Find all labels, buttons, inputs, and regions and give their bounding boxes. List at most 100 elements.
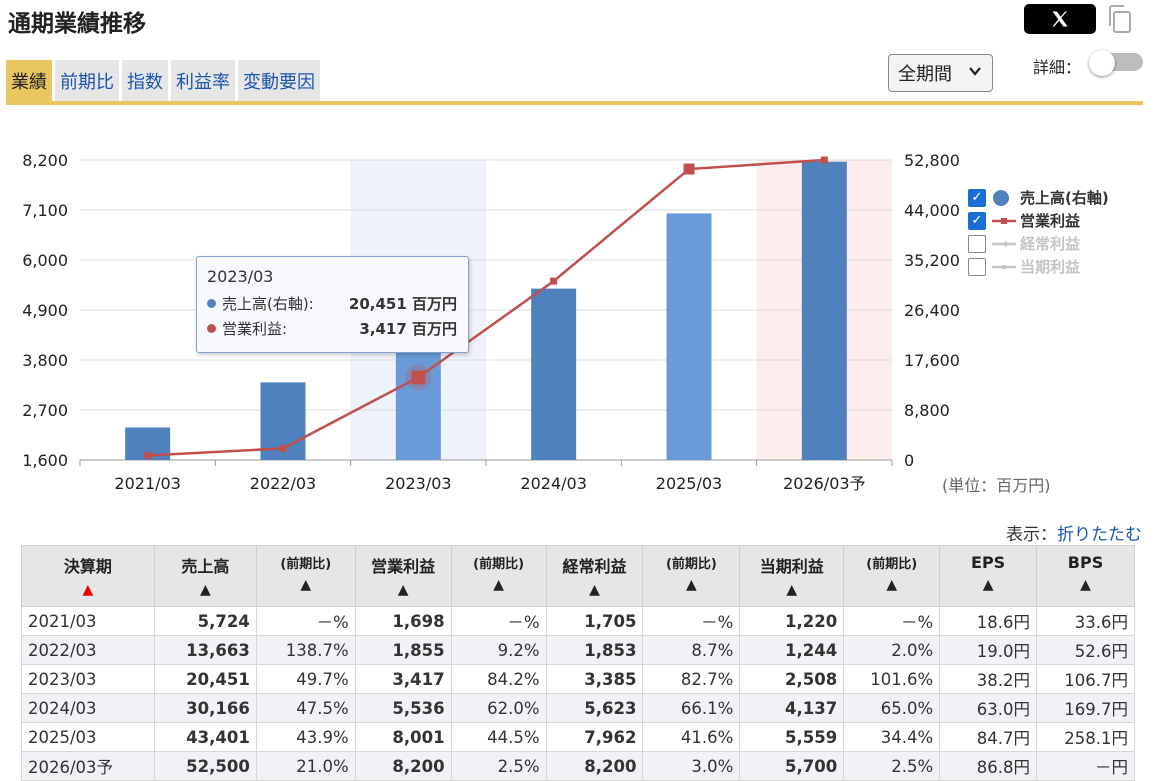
- value-cell: 62.0%: [450, 693, 547, 723]
- column-header-label: (前期比): [473, 557, 525, 572]
- column-header[interactable]: 経常利益 ▲: [545, 545, 644, 607]
- y-left-tick-label: 4,900: [22, 301, 68, 320]
- period-select-value: 全期間: [898, 64, 952, 85]
- table-row: 2021/03 5,724 －% 1,698 －% 1,705 －% 1,220 －% 18.6円…: [21, 606, 1135, 636]
- sort-arrow-icon[interactable]: ▲: [940, 577, 1036, 593]
- value-cell: 3,385: [545, 664, 644, 694]
- value-cell: 7,962: [545, 722, 644, 752]
- legend-label: 売上高(右軸): [1020, 189, 1109, 207]
- tab-factors[interactable]: 変動要因: [238, 60, 320, 102]
- value-cell: 84.2%: [450, 664, 547, 694]
- chart-legend: ✓ 売上高(右軸) ✓ 営業利益 経常利益 当期利益: [968, 186, 1109, 278]
- share-x-button[interactable]: [1024, 4, 1096, 34]
- point-operating-profit: [411, 370, 426, 385]
- legend-item-sales[interactable]: ✓ 売上高(右軸): [968, 186, 1109, 209]
- column-header[interactable]: 決算期 ▲: [21, 545, 155, 607]
- table-display-toggle: 表示：折りたたむ: [1006, 520, 1142, 545]
- bar-sales: [395, 343, 441, 460]
- tab-index[interactable]: 指数: [122, 60, 168, 102]
- legend-checkbox-operating[interactable]: ✓: [968, 211, 986, 230]
- copy-button[interactable]: [1106, 4, 1134, 34]
- chevron-down-icon: [968, 64, 982, 82]
- line-marker-icon: [992, 212, 1016, 230]
- column-header[interactable]: (前期比) ▲: [255, 545, 356, 607]
- value-cell: 1,853: [545, 635, 644, 665]
- y-right-tick-label: 52,800: [904, 151, 960, 170]
- tab-yoy[interactable]: 前期比: [55, 60, 119, 102]
- value-cell: 106.7円: [1036, 664, 1135, 694]
- y-left-tick-label: 6,000: [22, 251, 68, 270]
- column-header-label: 当期利益: [759, 557, 824, 576]
- column-header[interactable]: 営業利益 ▲: [354, 545, 452, 607]
- value-cell: 169.7円: [1036, 693, 1135, 723]
- column-header[interactable]: BPS ▲: [1036, 545, 1135, 607]
- value-cell: 13,663: [153, 635, 257, 665]
- tooltip-value: 20,451 百万円: [348, 295, 457, 313]
- table-header-row: 決算期 ▲ 売上高 ▲ (前期比) ▲ 営業利益 ▲ (前期比) ▲ 経常利益 ▲ (前期比) ▲ 当期利益…: [21, 545, 1135, 607]
- legend-checkbox-net[interactable]: [968, 257, 986, 276]
- value-cell: 2,508: [739, 664, 845, 694]
- sort-arrow-icon[interactable]: ▲: [155, 582, 256, 598]
- value-cell: 38.2円: [939, 664, 1038, 694]
- value-cell: 44.5%: [450, 722, 547, 752]
- value-cell: 8.7%: [642, 635, 741, 665]
- value-cell: 86.8円: [939, 751, 1038, 781]
- tooltip-title: 2023/03: [207, 267, 274, 286]
- period-cell: 2026/03予: [21, 751, 155, 781]
- value-cell: 1,220: [739, 606, 845, 636]
- sort-arrow-icon[interactable]: ▲: [547, 582, 643, 598]
- legend-label: 経常利益: [1020, 235, 1081, 253]
- sort-arrow-icon[interactable]: ▲: [452, 577, 546, 593]
- results-chart: 1,600 2,700 3,800 4,900 6,000 7,100 8,200 0 8,80…: [22, 151, 960, 493]
- column-header[interactable]: (前期比) ▲: [843, 545, 941, 607]
- column-header-label: (前期比): [665, 557, 717, 572]
- table-row: 2022/03 13,663 138.7% 1,855 9.2% 1,853 8.7% 1,2…: [21, 635, 1135, 665]
- value-cell: －%: [255, 606, 356, 636]
- y-right-tick-label: 8,800: [904, 401, 950, 420]
- tab-results[interactable]: 業績: [6, 60, 52, 102]
- sort-arrow-icon[interactable]: ▲: [356, 582, 451, 598]
- legend-checkbox-ordinary[interactable]: [968, 234, 986, 253]
- legend-item-net[interactable]: 当期利益: [968, 255, 1109, 278]
- period-cell: 2025/03: [21, 722, 155, 752]
- point-operating-profit: [279, 444, 287, 452]
- bar-sales: [801, 161, 847, 461]
- column-header-label: (前期比): [866, 557, 918, 572]
- value-cell: 5,700: [739, 751, 845, 781]
- sort-arrow-icon[interactable]: ▲: [257, 577, 355, 593]
- column-header[interactable]: 当期利益 ▲: [739, 545, 845, 607]
- sort-arrow-icon[interactable]: ▲: [643, 577, 739, 593]
- y-right-tick-label: 44,000: [904, 201, 960, 220]
- detail-toggle[interactable]: [1089, 50, 1143, 76]
- column-header[interactable]: 売上高 ▲: [153, 545, 257, 607]
- x-tick-label: 2024/03: [520, 474, 586, 493]
- collapse-link[interactable]: 折りたたむ: [1057, 525, 1142, 545]
- sort-arrow-icon[interactable]: ▲: [740, 582, 843, 598]
- value-cell: 8,200: [545, 751, 644, 781]
- tab-divider: [6, 101, 1143, 105]
- column-header-label: EPS: [971, 553, 1006, 572]
- column-header[interactable]: EPS ▲: [939, 545, 1038, 607]
- legend-item-ordinary[interactable]: 経常利益: [968, 232, 1109, 255]
- value-cell: 3,417: [354, 664, 452, 694]
- period-cell: 2021/03: [21, 606, 155, 636]
- value-cell: 66.1%: [642, 693, 741, 723]
- table-row: 2025/03 43,401 43.9% 8,001 44.5% 7,962 41.6% 5,…: [21, 722, 1135, 752]
- value-cell: 52.6円: [1036, 635, 1135, 665]
- value-cell: 41.6%: [642, 722, 741, 752]
- value-cell: 138.7%: [255, 635, 356, 665]
- period-select[interactable]: 全期間: [888, 54, 993, 92]
- table-row: 2026/03予 52,500 21.0% 8,200 2.5% 8,200 3.0% 5,7…: [21, 751, 1135, 781]
- sort-arrow-icon[interactable]: ▲: [844, 577, 939, 593]
- point-operating-profit: [550, 277, 558, 285]
- sort-arrow-icon[interactable]: ▲: [22, 582, 154, 598]
- legend-item-operating[interactable]: ✓ 営業利益: [968, 209, 1109, 232]
- column-header[interactable]: (前期比) ▲: [450, 545, 547, 607]
- tab-margin[interactable]: 利益率: [171, 60, 235, 102]
- legend-checkbox-sales[interactable]: ✓: [968, 188, 986, 207]
- column-header-label: 経常利益: [562, 557, 627, 576]
- tooltip-row-operating: 営業利益: 3,417 百万円: [207, 318, 457, 339]
- sort-arrow-icon[interactable]: ▲: [1037, 577, 1134, 593]
- y-left-tick-label: 2,700: [22, 401, 68, 420]
- column-header[interactable]: (前期比) ▲: [642, 545, 741, 607]
